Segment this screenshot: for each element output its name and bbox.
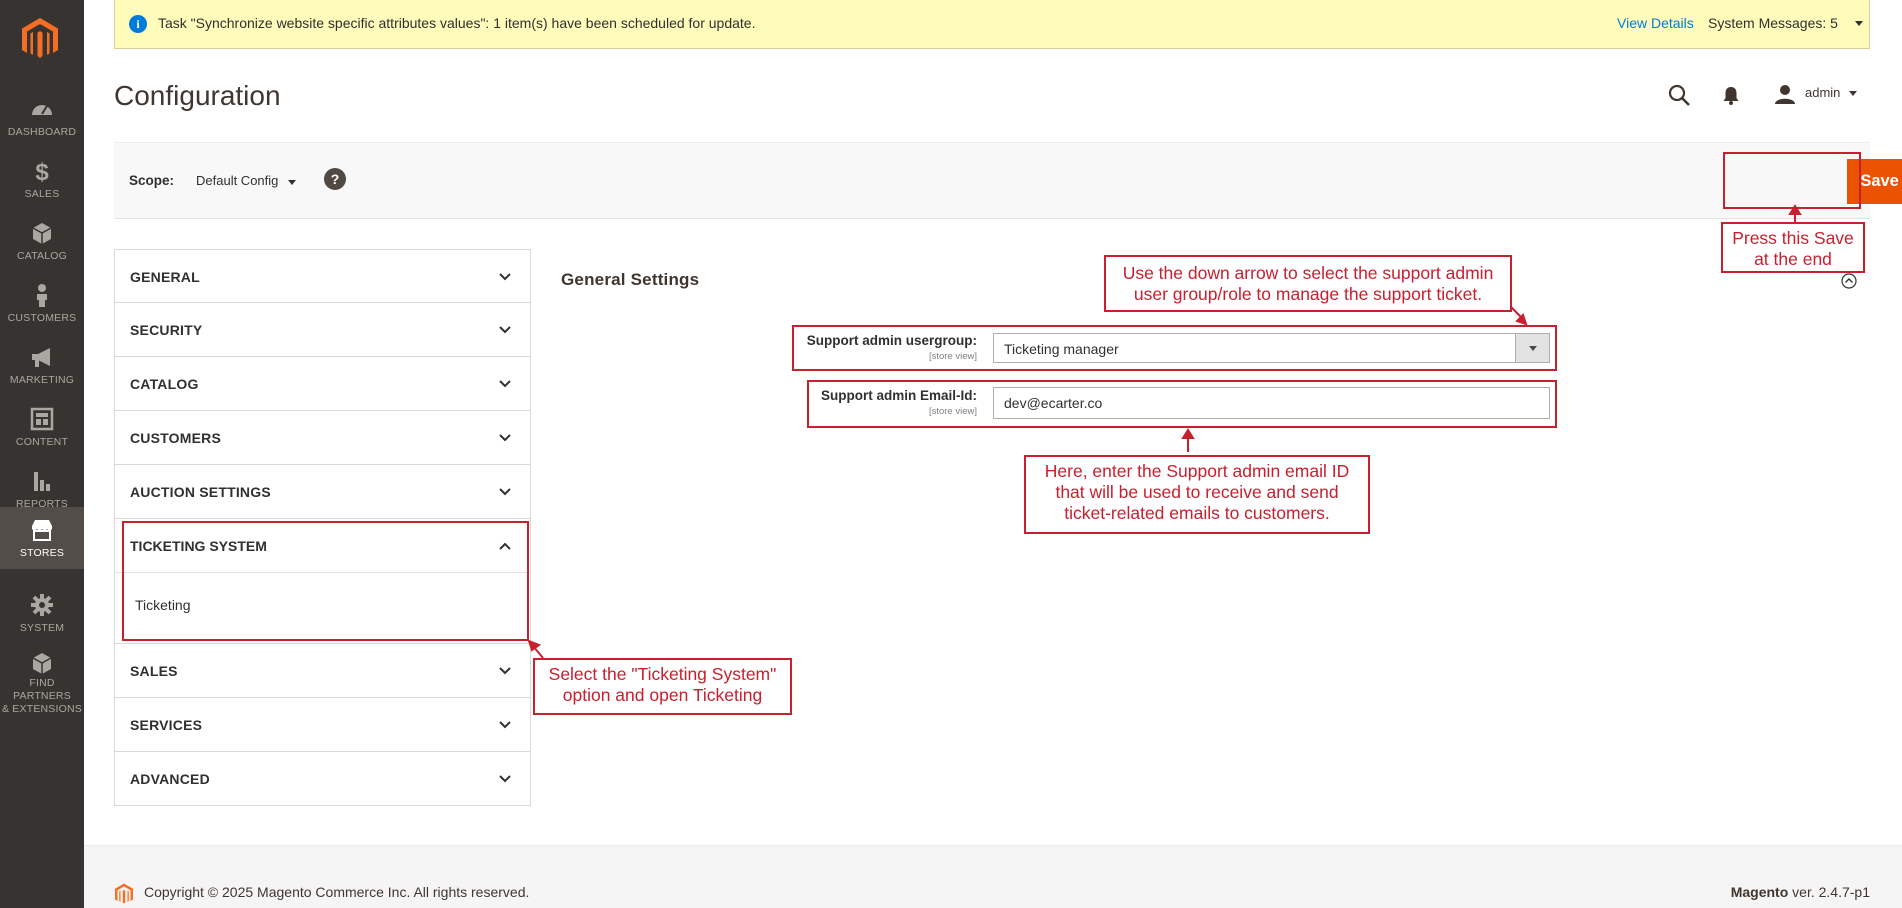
tab-security[interactable]: SECURITY <box>114 303 531 357</box>
box-icon <box>32 223 52 244</box>
scope-label: Scope: <box>129 173 175 188</box>
scope-switcher[interactable]: Default Config <box>196 173 278 188</box>
help-icon[interactable]: ? <box>324 168 346 190</box>
system-notice-bar: i Task "Synchronize website specific att… <box>114 0 1870 49</box>
admin-sidebar: DASHBOARD $ SALES CATALOG CUSTOMERS MARK… <box>0 0 84 908</box>
tab-sales[interactable]: SALES <box>114 644 531 698</box>
email-annotation: Here, enter the Support admin email ID t… <box>1024 455 1370 534</box>
tab-catalog[interactable]: CATALOG <box>114 357 531 411</box>
magento-logo <box>115 883 133 904</box>
chevron-down-icon[interactable] <box>1849 91 1857 96</box>
page-title: Configuration <box>114 80 281 111</box>
chevron-down-icon <box>499 434 511 442</box>
tab-label: GENERAL <box>130 269 200 285</box>
collapse-icon[interactable] <box>1841 273 1857 289</box>
tab-customers[interactable]: CUSTOMERS <box>114 411 531 465</box>
nav-label: CUSTOMERS <box>7 312 77 324</box>
footer-version: Magento ver. 2.4.7-p1 <box>1731 884 1870 900</box>
view-details-link[interactable]: View Details <box>1617 15 1694 31</box>
store-icon <box>32 520 52 541</box>
nav-label-line1: FIND PARTNERS <box>13 677 71 702</box>
save-highlight-box <box>1723 152 1861 209</box>
chevron-down-icon[interactable] <box>1855 21 1863 26</box>
bar-chart-icon <box>34 472 50 491</box>
megaphone-icon <box>32 348 50 367</box>
tab-label: CUSTOMERS <box>130 430 221 446</box>
ticketing-highlight-box <box>122 521 529 641</box>
footer-version-number: ver. 2.4.7-p1 <box>1788 884 1870 900</box>
magento-logo[interactable] <box>20 16 60 60</box>
search-icon[interactable] <box>1667 83 1691 107</box>
nav-system[interactable]: SYSTEM <box>0 582 84 644</box>
tab-services[interactable]: SERVICES <box>114 698 531 752</box>
nav-label: CATALOG <box>16 250 68 262</box>
annotation-text: Press this Save at the end <box>1732 228 1854 269</box>
tab-label: SERVICES <box>130 717 203 733</box>
tab-label: SECURITY <box>130 322 203 338</box>
person-icon <box>37 284 47 307</box>
nav-label: DASHBOARD <box>7 126 77 138</box>
tab-general[interactable]: GENERAL <box>114 249 531 303</box>
tab-advanced[interactable]: ADVANCED <box>114 752 531 806</box>
annotation-text: Select the "Ticketing System" option and… <box>548 664 777 705</box>
ticketing-annotation: Select the "Ticketing System" option and… <box>533 658 792 715</box>
chevron-down-icon <box>499 721 511 729</box>
chevron-down-icon <box>499 326 511 334</box>
footer-brand: Magento <box>1730 884 1789 900</box>
save-annotation: Press this Save at the end <box>1721 222 1865 273</box>
dollar-icon: $ <box>35 159 49 184</box>
nav-dashboard[interactable]: DASHBOARD <box>0 86 84 148</box>
nav-customers[interactable]: CUSTOMERS <box>0 272 84 334</box>
cube-icon <box>32 653 52 674</box>
dashboard-icon <box>32 105 52 115</box>
nav-marketing[interactable]: MARKETING <box>0 334 84 396</box>
nav-label: STORES <box>19 547 65 559</box>
tab-label: AUCTION SETTINGS <box>130 484 271 500</box>
nav-label: SYSTEM <box>19 622 65 634</box>
annotation-text: Here, enter the Support admin email ID t… <box>1044 461 1350 523</box>
bell-icon[interactable] <box>1720 84 1742 106</box>
nav-label: CONTENT <box>15 436 69 448</box>
tab-label: ADVANCED <box>130 771 210 787</box>
nav-label: MARKETING <box>9 374 75 386</box>
notice-message: Task "Synchronize website specific attri… <box>158 15 756 31</box>
footer-copyright: Copyright © 2025 Magento Commerce Inc. A… <box>144 884 530 900</box>
scope-bar: Scope: Default Config ? Save Config <box>114 142 1902 219</box>
chevron-down-icon <box>499 775 511 783</box>
email-highlight-box <box>807 380 1557 428</box>
chevron-down-icon <box>499 488 511 496</box>
chevron-down-icon <box>499 273 511 281</box>
nav-sales[interactable]: $ SALES <box>0 148 84 210</box>
layout-icon <box>30 407 54 431</box>
admin-user-menu[interactable]: admin <box>1805 85 1840 100</box>
chevron-down-icon <box>499 380 511 388</box>
usergroup-highlight-box <box>792 325 1557 371</box>
nav-content[interactable]: CONTENT <box>0 396 84 458</box>
tab-label: CATALOG <box>130 376 199 392</box>
chevron-down-icon[interactable] <box>288 180 296 185</box>
nav-stores[interactable]: STORES <box>0 507 84 569</box>
svg-text:$: $ <box>35 159 49 184</box>
info-icon: i <box>129 15 147 33</box>
annotation-text: Use the down arrow to select the support… <box>1122 263 1494 304</box>
nav-label: SALES <box>24 188 60 200</box>
user-icon[interactable] <box>1774 84 1796 104</box>
usergroup-annotation: Use the down arrow to select the support… <box>1104 255 1512 312</box>
tab-auction-settings[interactable]: AUCTION SETTINGS <box>114 465 531 519</box>
chevron-down-icon <box>499 667 511 675</box>
nav-find-partners[interactable]: FIND PARTNERS & EXTENSIONS <box>0 644 84 715</box>
section-title[interactable]: General Settings <box>561 270 699 290</box>
nav-catalog[interactable]: CATALOG <box>0 210 84 272</box>
gear-icon <box>31 594 53 616</box>
tab-label: SALES <box>130 663 178 679</box>
nav-label: FIND PARTNERS & EXTENSIONS <box>0 677 84 716</box>
system-messages-toggle[interactable]: System Messages: 5 <box>1708 15 1838 31</box>
nav-label-line2: & EXTENSIONS <box>1 703 82 715</box>
footer: Copyright © 2025 Magento Commerce Inc. A… <box>84 845 1902 908</box>
